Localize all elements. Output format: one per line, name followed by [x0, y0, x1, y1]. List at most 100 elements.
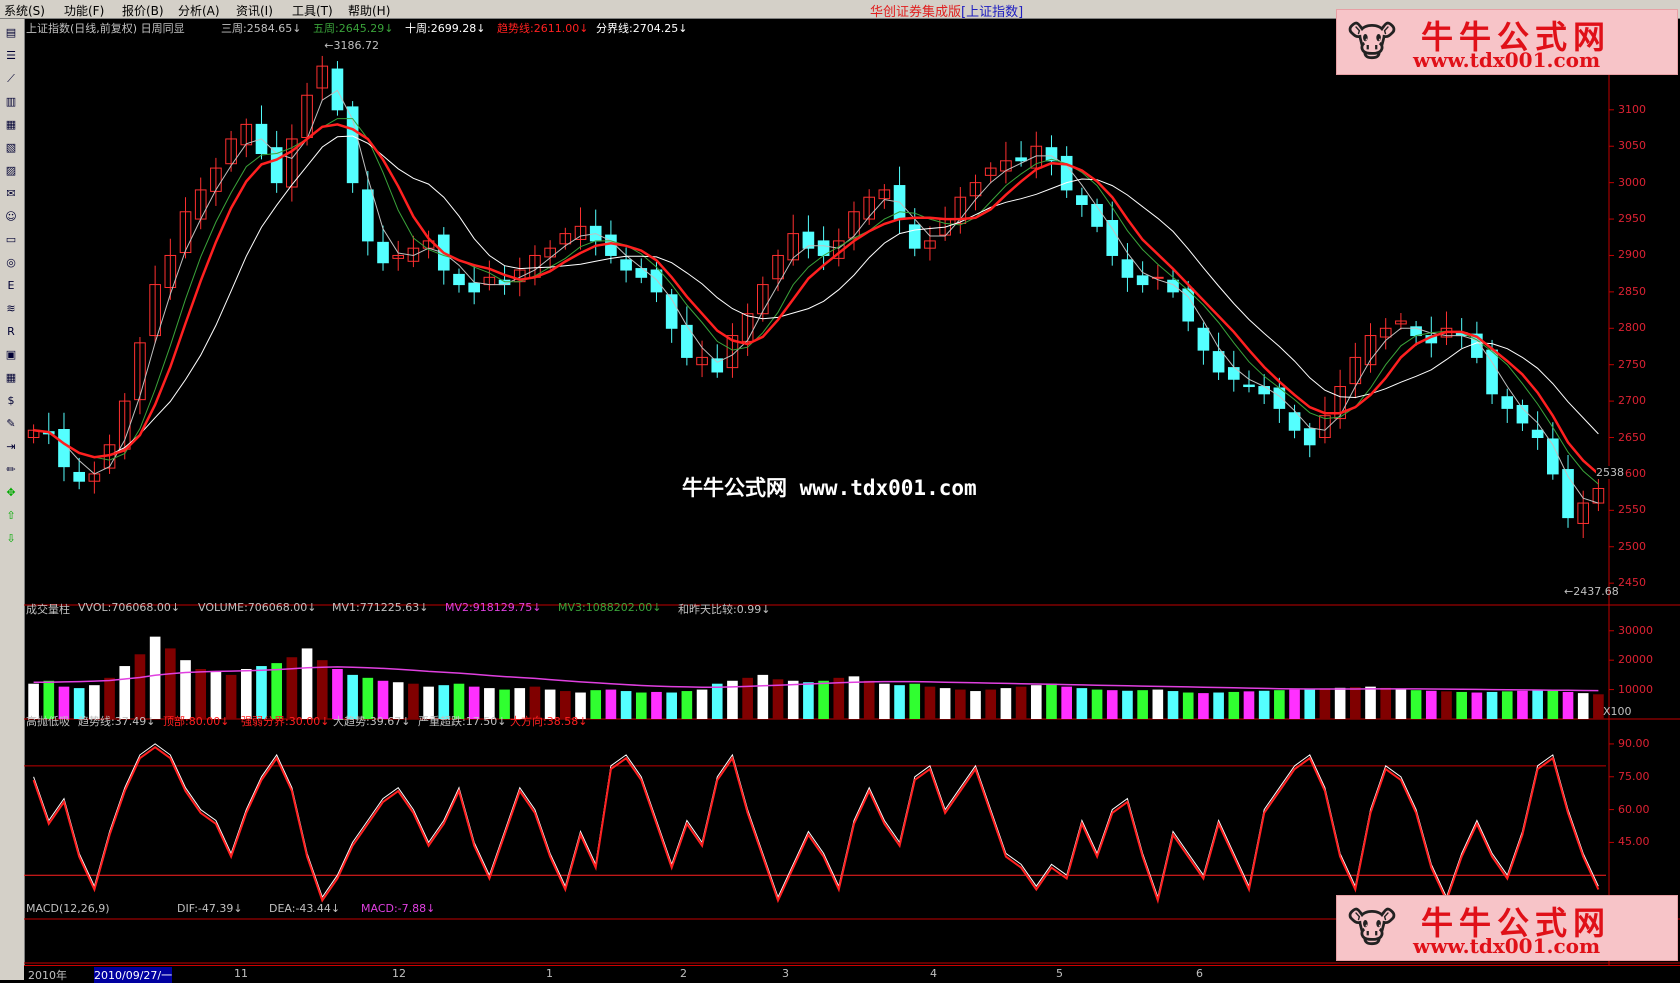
volume-bar — [620, 691, 632, 719]
volume_panel-indicator-2: MV1:771225.63↓ — [332, 601, 429, 614]
volume_panel-indicator-3: MV2:918129.75↓ — [445, 601, 542, 614]
money-icon[interactable]: $ — [3, 393, 19, 409]
osc_panel-indicator-2: 强弱分界:30.00↓ — [241, 715, 330, 728]
volume-bar — [1030, 685, 1042, 719]
candle-body — [453, 273, 465, 286]
volume-bar — [1289, 689, 1300, 719]
kline-icon[interactable]: ▥ — [3, 94, 19, 110]
table-icon[interactable]: ▦ — [3, 117, 19, 133]
compare-icon[interactable]: ≋ — [3, 301, 19, 317]
pencil-icon[interactable]: ✏ — [3, 462, 19, 478]
volume-bar — [1258, 690, 1270, 719]
osc-axis-label: 90.00 — [1618, 736, 1650, 750]
mail-icon[interactable]: ✉ — [3, 186, 19, 202]
down-arrow-icon[interactable]: ⇩ — [3, 531, 19, 547]
dialog-icon[interactable]: ▭ — [3, 232, 19, 248]
volume-bar — [332, 669, 343, 719]
volume-bar — [1380, 687, 1392, 719]
report-icon[interactable]: ▨ — [3, 163, 19, 179]
wrench-icon[interactable]: ✎ — [3, 416, 19, 432]
price-axis-label: 3100 — [1618, 102, 1646, 116]
price-axis-label: 2700 — [1618, 394, 1646, 408]
volume-bar — [985, 689, 997, 719]
menu-item-0[interactable]: 系统(S) — [4, 2, 45, 19]
volume-bar — [651, 691, 662, 719]
date-year: 2010年 — [28, 969, 67, 982]
candle-body — [620, 259, 632, 271]
volume-bar — [1350, 687, 1361, 719]
volume_panel-indicator-0: VVOL:706068.00↓ — [78, 601, 181, 614]
date-cursor: 2010/09/27/一 — [94, 967, 173, 983]
menu-item-3[interactable]: 分析(A) — [178, 2, 220, 19]
volume-bar — [955, 689, 966, 719]
date-month: 12 — [392, 967, 406, 980]
candle-body — [1212, 351, 1225, 373]
volume_panel-indicator-1: VOLUME:706068.00↓ — [198, 601, 317, 614]
price-axis-label: 2950 — [1618, 212, 1646, 226]
move-icon[interactable]: ✥ — [3, 485, 19, 501]
menu-item-2[interactable]: 报价(B) — [122, 2, 164, 19]
volume-bar — [894, 685, 905, 719]
screen-icon[interactable]: ▣ — [3, 347, 19, 363]
etf-icon[interactable]: E — [3, 278, 19, 294]
volume-bar — [1274, 690, 1285, 719]
price-axis-label: 2550 — [1618, 503, 1646, 517]
macd_panel-header: MACD(12,26,9) — [26, 902, 110, 915]
volume-bar — [757, 674, 769, 719]
volume-bar — [1395, 689, 1407, 719]
volume-bar — [1410, 690, 1422, 719]
date-month: 1 — [546, 967, 553, 980]
osc_panel-indicator-5: 大方向:38.58↓ — [510, 715, 588, 728]
menu-item-1[interactable]: 功能(F) — [64, 2, 104, 19]
volume-bar — [1091, 689, 1103, 719]
high-price-label: ←3186.72 — [324, 38, 379, 52]
volume-bar — [681, 691, 693, 719]
candle-body — [605, 234, 617, 256]
price-axis-label: 2800 — [1618, 321, 1646, 335]
logo-url: www.tdx001.com — [1413, 934, 1601, 958]
candle-body — [1227, 367, 1240, 380]
quote-icon[interactable]: ▤ — [3, 25, 19, 41]
menu-item-5[interactable]: 工具(T) — [292, 2, 333, 19]
volume-bar — [909, 683, 921, 719]
osc_panel-indicator-0: 趋势线:37.49↓ — [78, 715, 156, 728]
volume-bar — [666, 692, 677, 719]
volume-bar — [1456, 691, 1467, 719]
people-icon[interactable]: ☺ — [3, 209, 19, 225]
calendar-icon[interactable]: ▦ — [3, 370, 19, 386]
osc-trend-line — [33, 743, 1599, 899]
price-axis-label: 3050 — [1618, 139, 1646, 153]
candle-body — [73, 471, 85, 482]
sort-icon[interactable]: ▧ — [3, 140, 19, 156]
volume-bar — [1304, 689, 1316, 719]
volume-axis-label: 10000 — [1618, 682, 1653, 696]
volume-bar — [1015, 686, 1027, 719]
up-arrow-icon[interactable]: ⇧ — [3, 508, 19, 524]
menu-item-4[interactable]: 资讯(I) — [236, 2, 273, 19]
list-icon[interactable]: ☰ — [3, 48, 19, 64]
candle-body — [635, 268, 648, 278]
price_panel-indicator-3: 趋势线:2611.00↓ — [497, 22, 589, 35]
volume-bar — [879, 683, 890, 719]
volume-bar — [590, 690, 602, 719]
volume-bar — [1334, 687, 1346, 719]
volume-bar — [1471, 692, 1483, 719]
rsi-icon[interactable]: R — [3, 324, 19, 340]
candle-body — [1076, 195, 1088, 205]
osc_panel-indicator-4: 严重超跌:17.50↓ — [418, 715, 507, 728]
globe-icon[interactable]: ◎ — [3, 255, 19, 271]
volume-bar — [924, 686, 936, 719]
candle-body — [468, 282, 480, 293]
price_panel-indicator-0: 三周:2584.65↓ — [221, 22, 302, 35]
volume-bar — [316, 660, 328, 719]
osc_panel-indicator-3: 大趋势:39.67↓ — [333, 715, 411, 728]
trend-icon[interactable]: ⟋ — [3, 71, 19, 87]
candle-body — [1121, 259, 1134, 278]
menu-item-6[interactable]: 帮助(H) — [348, 2, 390, 19]
volume-bar — [119, 666, 131, 719]
import-icon[interactable]: ⇥ — [3, 439, 19, 455]
volume-bar — [1577, 693, 1589, 719]
date-month: 6 — [1196, 967, 1203, 980]
volume-bar — [1228, 691, 1240, 719]
window-title: 华创证券集成版[上证指数] — [870, 1, 1023, 20]
